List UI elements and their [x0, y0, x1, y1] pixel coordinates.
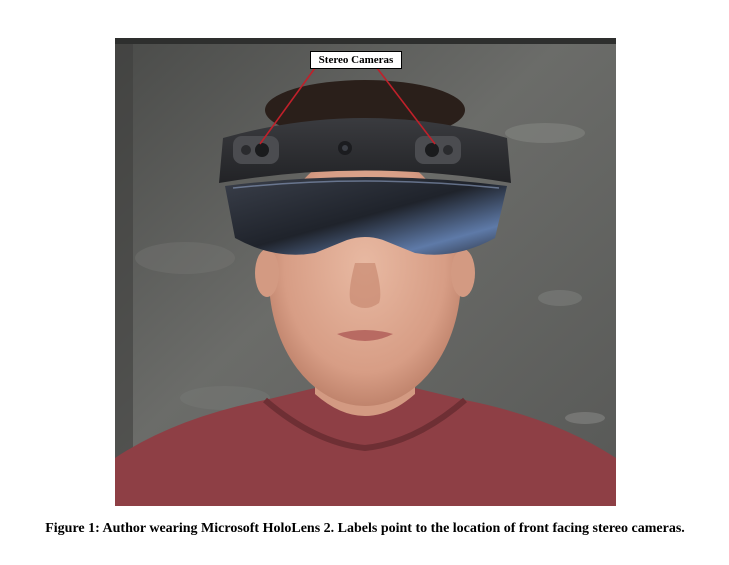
document-page: Stereo Cameras Figure 1: Author wearing …: [0, 0, 729, 565]
figure-caption: Figure 1: Author wearing Microsoft HoloL…: [45, 521, 685, 536]
stereo-cameras-label: Stereo Cameras: [310, 51, 402, 69]
figure-photo: [115, 38, 616, 506]
